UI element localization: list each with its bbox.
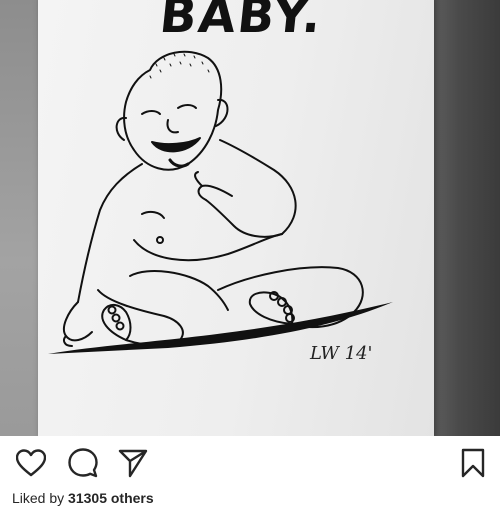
wall-left	[0, 0, 42, 436]
likes-summary[interactable]: Liked by 31305 others	[12, 490, 154, 506]
comment-button[interactable]	[68, 448, 98, 478]
wall-right	[432, 0, 500, 436]
comment-icon	[68, 448, 98, 478]
drawing-title: BABY.	[157, 0, 326, 44]
artist-signature: LW 14'	[310, 343, 373, 364]
likes-suffix[interactable]: others	[107, 490, 154, 506]
send-icon	[118, 449, 148, 478]
share-button[interactable]	[118, 448, 148, 478]
heart-icon	[16, 449, 46, 477]
save-button[interactable]	[458, 448, 488, 478]
likes-count[interactable]: 31305	[68, 490, 107, 506]
like-button[interactable]	[16, 448, 46, 478]
post-photo[interactable]: BABY. LW 14'	[0, 0, 500, 436]
baby-illustration	[48, 50, 393, 354]
likes-prefix: Liked by	[12, 490, 69, 506]
bookmark-icon	[461, 448, 485, 478]
